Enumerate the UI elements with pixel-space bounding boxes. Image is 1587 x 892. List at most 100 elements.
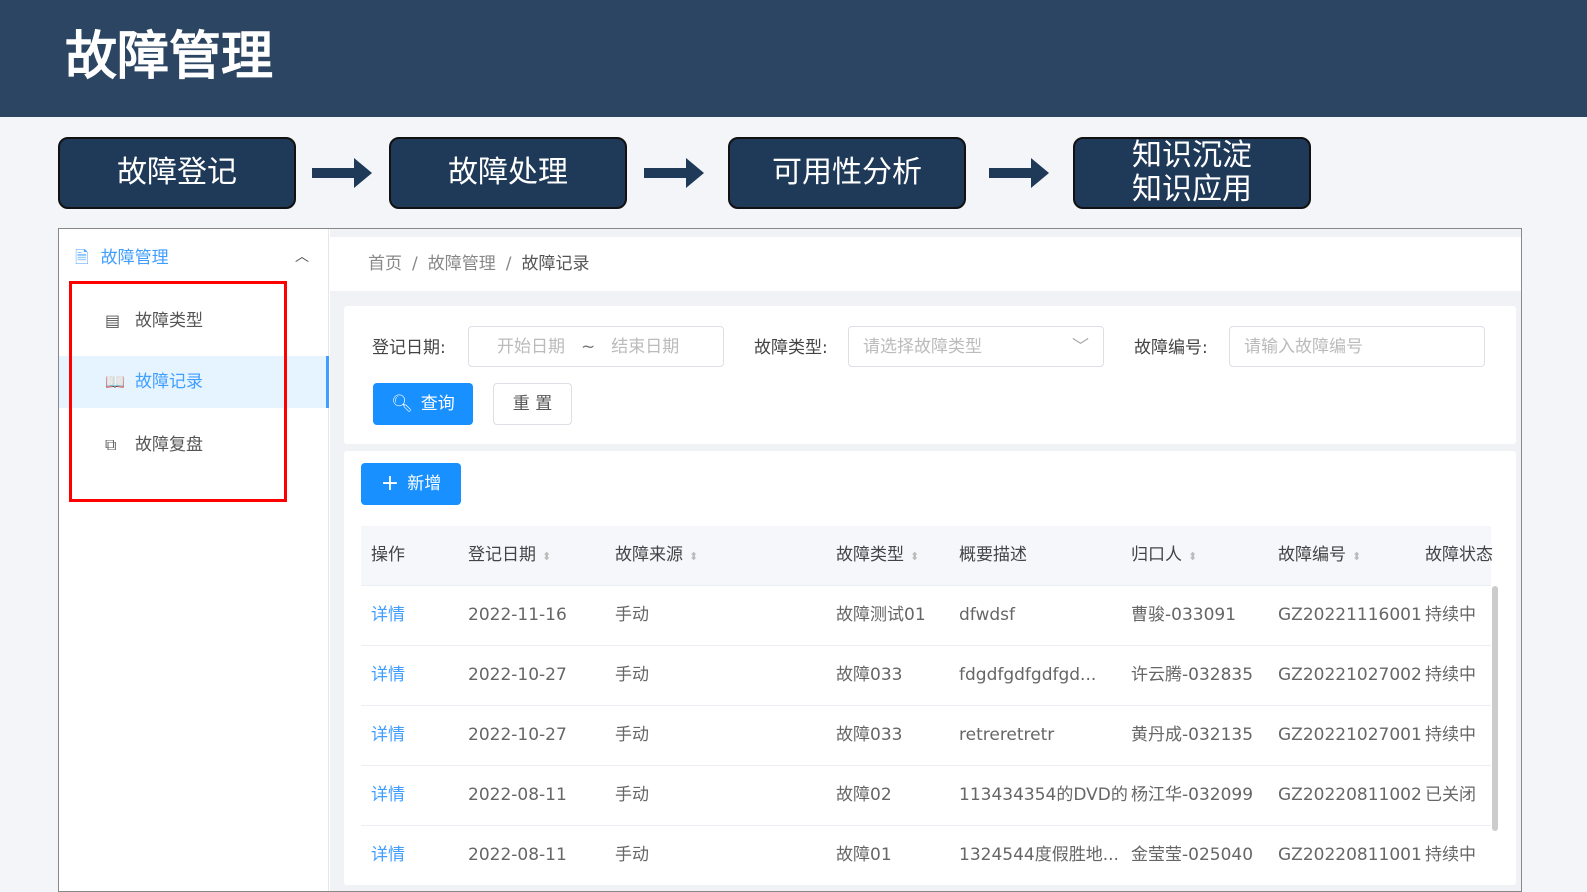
flow-step-analysis: 可用性分析	[728, 137, 966, 209]
table-cell: GZ20220811002	[1268, 764, 1422, 825]
table-cell: 金莹莹-025040	[1121, 824, 1268, 885]
table-cell: 2022-08-11	[458, 824, 605, 885]
search-label: 查询	[420, 394, 455, 414]
table-cell: 1324544度假胜地...	[949, 824, 1121, 885]
table-cell: 许云腾-032835	[1121, 644, 1268, 705]
table-cell: 故障测试01	[826, 584, 949, 645]
table-row: 详情 2022-08-11 手动 故障01 1324544度假胜地... 金莹莹-0250…	[361, 824, 1491, 885]
page-title: 故障管理	[65, 27, 274, 87]
table-cell: 故障02	[826, 764, 949, 825]
add-label: 新增	[407, 474, 442, 494]
sidebar: 🗎 故障管理 ︿ ▤ 故障类型 📖 故障记录 ⧉ 故障复盘	[59, 229, 329, 891]
table-cell: 2022-10-27	[458, 704, 605, 765]
breadcrumb-separator: /	[505, 254, 512, 274]
table-cell: 故障01	[826, 824, 949, 885]
column-header: 故障状态	[1415, 526, 1493, 585]
sidebar-group-fault-management[interactable]: 🗎 故障管理	[75, 247, 169, 269]
table-cell: 手动	[605, 764, 826, 825]
chevron-down-icon: ﹀	[1072, 336, 1089, 357]
arrow-right-icon	[989, 158, 1049, 188]
fault-code-input[interactable]: 请输入故障编号	[1229, 326, 1485, 367]
chevron-up-icon[interactable]: ︿	[295, 249, 309, 265]
add-button[interactable]: + 新增	[361, 463, 461, 505]
search-button[interactable]: 🔍︎ 查询	[373, 383, 473, 425]
sort-icon[interactable]: ⬍	[1352, 550, 1361, 563]
table-cell: 持续中	[1415, 824, 1491, 885]
sort-icon[interactable]: ⬍	[689, 550, 698, 563]
table-cell: dfwdsf	[949, 584, 1121, 645]
fault-table: 操作 登记日期 ⬍ 故障来源 ⬍ 故障类型 ⬍ 概要描述 归口人 ⬍ 故障编号 ⬍ 故障状态 详情 202…	[361, 526, 1493, 885]
end-date: 结束日期	[611, 336, 680, 357]
filter-card: 登记日期: 开始日期 ~ 结束日期 故障类型: 请选择故障类型 ﹀ 故障编号: 请输入…	[344, 306, 1516, 444]
column-header: 概要描述	[949, 526, 1121, 585]
column-header-label: 故障来源	[615, 545, 683, 566]
table-cell: 手动	[605, 824, 826, 885]
column-header[interactable]: 故障类型 ⬍	[826, 526, 949, 585]
table-cell: GZ20221116001	[1268, 584, 1422, 645]
table-cell: 持续中	[1415, 704, 1491, 765]
table-card: + 新增 操作 登记日期 ⬍ 故障来源 ⬍ 故障类型 ⬍ 概要描述 归口人 ⬍ 故障编号 ⬍ 故障状态 详…	[344, 451, 1516, 885]
detail-link[interactable]: 详情	[361, 704, 458, 765]
table-row: 详情 2022-08-11 手动 故障02 113434354的DVD的 杨江华-0320…	[361, 764, 1491, 825]
table-cell: 故障033	[826, 644, 949, 705]
column-header-label: 故障类型	[836, 545, 904, 566]
breadcrumb-fault-management[interactable]: 故障管理	[428, 253, 496, 275]
table-cell: 黄丹成-032135	[1121, 704, 1268, 765]
highlight-box	[69, 281, 287, 502]
search-icon: 🔍︎	[391, 394, 413, 414]
column-header[interactable]: 登记日期 ⬍	[458, 526, 605, 585]
sort-icon[interactable]: ⬍	[542, 550, 551, 563]
scrollbar[interactable]	[1492, 586, 1498, 831]
table-cell: fdgdfgdfgdfgd...	[949, 644, 1121, 705]
table-cell: 故障033	[826, 704, 949, 765]
code-placeholder: 请输入故障编号	[1244, 336, 1363, 357]
arrow-right-icon	[644, 158, 704, 188]
main-content: 首页 / 故障管理 / 故障记录 登记日期: 开始日期 ~ 结束日期 故障类型: 请选择…	[330, 229, 1521, 891]
column-header[interactable]: 归口人 ⬍	[1121, 526, 1268, 585]
app-window: 🗎 故障管理 ︿ ▤ 故障类型 📖 故障记录 ⧉ 故障复盘 首页 / 故障管理 / 故障记录…	[58, 228, 1522, 892]
breadcrumb-current: 故障记录	[521, 254, 590, 274]
flow-step-knowledge: 知识沉淀 知识应用	[1073, 137, 1311, 209]
sidebar-group-label: 故障管理	[100, 248, 169, 268]
column-header[interactable]: 故障来源 ⬍	[605, 526, 826, 585]
table-cell: 2022-08-11	[458, 764, 605, 825]
table-row: 详情 2022-11-16 手动 故障测试01 dfwdsf 曹骏-033091 GZ202…	[361, 584, 1491, 645]
type-placeholder: 请选择故障类型	[863, 336, 982, 357]
table-cell: 手动	[605, 584, 826, 645]
flow-step-handle: 故障处理	[389, 137, 627, 209]
table-cell: 杨江华-032099	[1121, 764, 1268, 825]
table-cell: 手动	[605, 644, 826, 705]
sort-icon[interactable]: ⬍	[1188, 550, 1197, 563]
table-cell: 已关闭	[1415, 764, 1491, 825]
table-cell: GZ20220811001	[1268, 824, 1422, 885]
breadcrumb-home[interactable]: 首页	[368, 253, 402, 275]
column-header-label: 登记日期	[468, 545, 536, 566]
detail-link[interactable]: 详情	[361, 824, 458, 885]
fault-type-select[interactable]: 请选择故障类型 ﹀	[848, 326, 1104, 367]
code-label: 故障编号:	[1134, 338, 1208, 358]
date-range-input[interactable]: 开始日期 ~ 结束日期	[468, 326, 724, 367]
column-header[interactable]: 故障编号 ⬍	[1268, 526, 1415, 585]
detail-link[interactable]: 详情	[361, 764, 458, 825]
column-header: 操作	[361, 526, 458, 585]
document-icon: 🗎	[75, 248, 89, 268]
table-cell: GZ20221027002	[1268, 644, 1422, 705]
table-cell: 113434354的DVD的	[949, 764, 1128, 825]
detail-link[interactable]: 详情	[361, 584, 458, 645]
table-row: 详情 2022-10-27 手动 故障033 fdgdfgdfgdfgd... 许云腾-0…	[361, 644, 1491, 705]
table-cell: retreretretr	[949, 704, 1121, 765]
sort-icon[interactable]: ⬍	[910, 550, 919, 563]
type-label: 故障类型:	[754, 338, 828, 358]
flow-step-register: 故障登记	[58, 137, 296, 209]
table-cell: 曹骏-033091	[1121, 584, 1268, 645]
breadcrumb-separator: /	[412, 254, 418, 274]
detail-link[interactable]: 详情	[361, 644, 458, 705]
table-cell: 2022-11-16	[458, 584, 605, 645]
tilde: ~	[581, 336, 596, 357]
column-header-label: 操作	[371, 545, 405, 566]
column-header-label: 归口人	[1131, 545, 1182, 566]
table-row: 详情 2022-10-27 手动 故障033 retreretretr 黄丹成-03213…	[361, 704, 1491, 765]
column-header-label: 故障编号	[1278, 545, 1346, 566]
table-cell: 2022-10-27	[458, 644, 605, 705]
reset-button[interactable]: 重 置	[493, 383, 572, 425]
